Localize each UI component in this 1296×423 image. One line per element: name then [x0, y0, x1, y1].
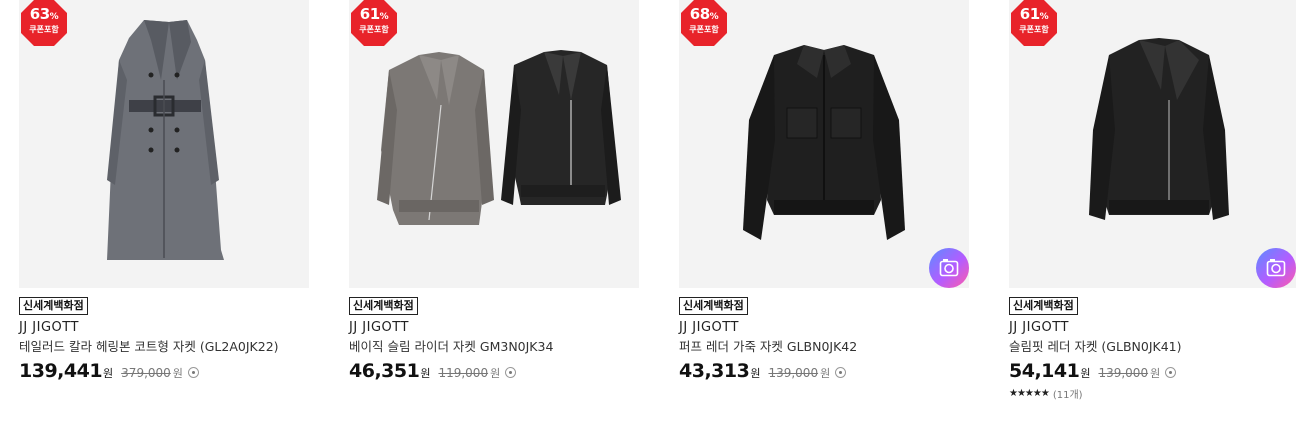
currency-label: 원 — [490, 367, 501, 380]
product-title[interactable]: 베이직 슬림 라이더 자켓 GM3N0JK34 — [349, 339, 639, 355]
sale-price: 139,441 — [19, 360, 103, 382]
discount-percent: 68 — [689, 5, 710, 23]
currency-label: 원 — [750, 367, 761, 380]
camera-icon — [1266, 259, 1286, 277]
sale-price: 54,141 — [1009, 360, 1080, 382]
original-price: 379,000 — [121, 366, 171, 380]
store-badge: 신세계백화점 — [19, 297, 88, 315]
product-card[interactable]: 61% 쿠폰포함 신세계백화점 JJ JIGOTT 베이직 슬림 라이더 자켓 … — [349, 0, 639, 382]
product-image[interactable]: 61% 쿠폰포함 — [349, 0, 639, 288]
discount-percent: 61 — [359, 5, 380, 23]
price-info-icon[interactable] — [505, 367, 517, 378]
percent-sign: % — [379, 12, 389, 22]
discount-badge: 63% 쿠폰포함 — [21, 0, 67, 46]
product-image[interactable]: 68% 쿠폰포함 — [679, 0, 969, 288]
price-info-icon[interactable] — [1165, 367, 1177, 378]
brand-name[interactable]: JJ JIGOTT — [1009, 320, 1296, 336]
original-price: 139,000 — [1098, 366, 1149, 380]
sale-price: 43,313 — [679, 360, 750, 382]
store-badge: 신세계백화점 — [679, 297, 748, 315]
review-count: (11개) — [1052, 390, 1083, 401]
percent-sign: % — [49, 12, 59, 22]
product-title[interactable]: 테일러드 칼라 헤링본 코트형 자켓 (GL2A0JK22) — [19, 339, 309, 355]
discount-badge: 61% 쿠폰포함 — [351, 0, 397, 46]
original-price: 139,000 — [768, 366, 819, 380]
store-badge: 신세계백화점 — [349, 297, 418, 315]
rating-row[interactable]: ★★★★★ (11개) — [1009, 386, 1296, 401]
product-image[interactable]: 63% 쿠폰포함 — [19, 0, 309, 288]
sale-price: 46,351 — [349, 360, 420, 382]
price-info-icon[interactable] — [835, 367, 847, 378]
discount-percent: 63 — [29, 5, 50, 23]
star-rating-icon: ★★★★★ — [1009, 388, 1050, 399]
currency-label: 원 — [1150, 367, 1161, 380]
brand-name[interactable]: JJ JIGOTT — [19, 320, 309, 336]
image-search-button[interactable] — [929, 248, 969, 288]
product-card[interactable]: 68% 쿠폰포함 신세계백화점 JJ JIGOTT 퍼프 레더 가죽 자켓 GL… — [679, 0, 969, 382]
coupon-label: 쿠폰포함 — [689, 25, 719, 34]
price-row: 54,141 원 139,000 원 — [1009, 360, 1296, 382]
currency-label: 원 — [172, 367, 183, 380]
brand-name[interactable]: JJ JIGOTT — [349, 320, 639, 336]
percent-sign: % — [709, 12, 719, 22]
image-search-button[interactable] — [1256, 248, 1296, 288]
product-title[interactable]: 퍼프 레더 가죽 자켓 GLBN0JK42 — [679, 339, 969, 355]
price-row: 139,441 원 379,000 원 — [19, 360, 309, 382]
original-price: 119,000 — [438, 366, 489, 380]
product-card[interactable]: 63% 쿠폰포함 신세계백화점 JJ JIGOTT 테일러드 칼라 헤링본 코트… — [19, 0, 309, 382]
currency-label: 원 — [820, 367, 831, 380]
product-grid: 63% 쿠폰포함 신세계백화점 JJ JIGOTT 테일러드 칼라 헤링본 코트… — [0, 0, 1296, 423]
product-image[interactable]: 61% 쿠폰포함 — [1009, 0, 1296, 288]
discount-percent: 61 — [1019, 5, 1040, 23]
product-card[interactable]: 61% 쿠폰포함 신세계백화점 JJ JIGOTT 슬림핏 레더 자켓 (GLB… — [1009, 0, 1296, 401]
price-info-icon[interactable] — [187, 367, 199, 378]
store-badge: 신세계백화점 — [1009, 297, 1078, 315]
price-row: 46,351 원 119,000 원 — [349, 360, 639, 382]
currency-label: 원 — [420, 367, 431, 380]
currency-label: 원 — [1080, 367, 1091, 380]
product-title[interactable]: 슬림핏 레더 자켓 (GLBN0JK41) — [1009, 339, 1296, 355]
discount-badge: 61% 쿠폰포함 — [1011, 0, 1057, 46]
coupon-label: 쿠폰포함 — [1019, 25, 1049, 34]
percent-sign: % — [1039, 12, 1049, 22]
currency-label: 원 — [103, 367, 114, 380]
price-row: 43,313 원 139,000 원 — [679, 360, 969, 382]
coupon-label: 쿠폰포함 — [29, 25, 59, 34]
discount-badge: 68% 쿠폰포함 — [681, 0, 727, 46]
brand-name[interactable]: JJ JIGOTT — [679, 320, 969, 336]
coupon-label: 쿠폰포함 — [359, 25, 389, 34]
camera-icon — [939, 259, 959, 277]
